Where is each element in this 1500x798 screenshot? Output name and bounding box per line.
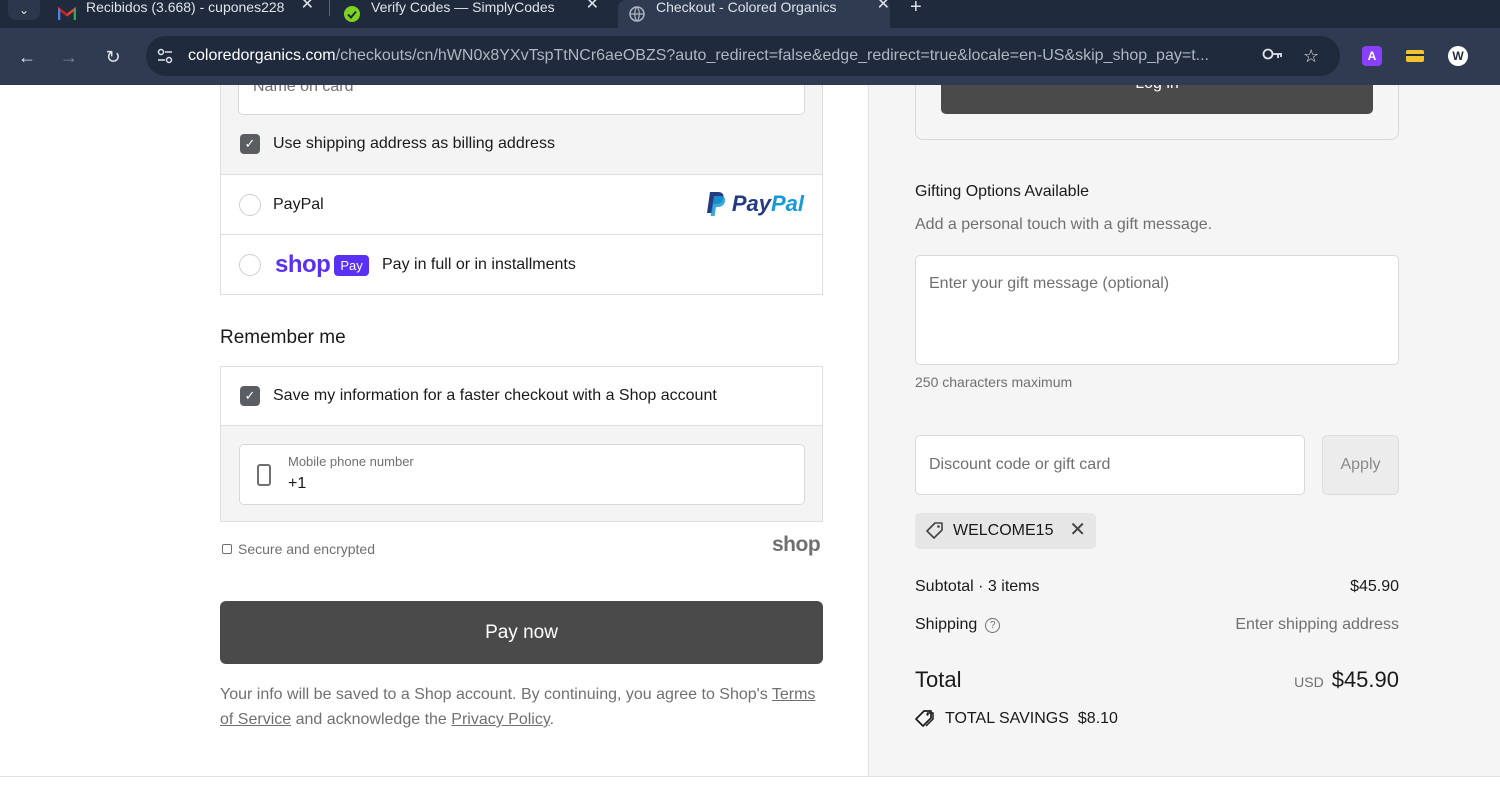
divider	[0, 776, 1500, 777]
subtotal-text: Subtotal · 3 items	[915, 578, 1040, 595]
pay-now-button[interactable]: Pay now	[220, 601, 823, 664]
globe-icon	[628, 5, 646, 23]
use-shipping-label: Use shipping address as billing address	[273, 135, 555, 152]
name-on-card-placeholder: Name on card	[253, 85, 354, 95]
total-value: $45.90	[1331, 667, 1399, 692]
subtotal-label: Subtotal · 3 items	[915, 578, 1040, 596]
legal-notice: Your info will be saved to a Shop accoun…	[220, 682, 823, 732]
tab-separator	[329, 0, 330, 16]
legal-text: Your info will be saved to a Shop accoun…	[220, 686, 772, 703]
privacy-policy-link[interactable]: Privacy Policy	[451, 711, 549, 728]
extension-w-icon[interactable]: W	[1448, 46, 1468, 66]
gift-message-limit: 250 characters maximum	[915, 374, 1073, 390]
savings-value: $8.10	[1077, 710, 1118, 727]
shop-wordmark: shop	[275, 251, 331, 278]
tab-simplycodes[interactable]: Verify Codes — SimplyCodes ✕	[343, 0, 599, 28]
url-domain: coloredorganics.com	[188, 47, 336, 64]
paypal-mark-icon	[706, 192, 725, 216]
password-key-icon[interactable]	[1262, 46, 1284, 67]
help-icon[interactable]: ?	[985, 617, 1001, 633]
gifting-subtitle: Add a personal touch with a gift message…	[915, 216, 1213, 233]
checkout-page: Name on card ✓ Use shipping address as b…	[0, 85, 1500, 798]
gift-message-input[interactable]	[915, 255, 1399, 365]
back-arrow-icon[interactable]: ←	[16, 46, 38, 68]
savings-tag-icon	[915, 710, 934, 727]
shop-pay-badge: Pay	[334, 254, 369, 276]
shipping-text: Shipping	[915, 616, 978, 633]
applied-code: WELCOME15	[953, 522, 1054, 539]
legal-text: and acknowledge the	[291, 711, 452, 728]
tag-icon	[926, 522, 943, 539]
shop-pay-logo: shop Pay	[275, 251, 369, 279]
savings-label: TOTAL SAVINGS	[945, 710, 1069, 727]
browser-tab-strip: ⌄ Recibidos (3.668) - cupones228 ✕ Verif…	[0, 0, 1500, 28]
mobile-phone-value[interactable]: +1	[288, 475, 306, 493]
use-shipping-checkbox[interactable]: ✓	[240, 134, 260, 154]
lock-icon	[222, 544, 232, 554]
save-info-label: Save my information for a faster checkou…	[273, 387, 717, 404]
bookmark-star-icon[interactable]: ☆	[1303, 46, 1319, 67]
total-amount: USD $45.90	[1294, 667, 1399, 693]
total-label: Total	[915, 667, 962, 692]
legal-text: .	[549, 711, 555, 728]
tab-title: Verify Codes — SimplyCodes	[371, 0, 555, 15]
close-tab-icon[interactable]: ✕	[586, 0, 599, 14]
payment-option-shop-pay[interactable]: shop Pay Pay in full or in installments	[220, 234, 823, 295]
phone-icon	[257, 464, 271, 486]
forward-arrow-icon[interactable]: →	[58, 46, 80, 68]
extension-a-icon[interactable]: A	[1362, 46, 1382, 66]
subtotal-value: $45.90	[1350, 578, 1399, 595]
shop-logo: shop	[772, 533, 821, 556]
url-text[interactable]: coloredorganics.com/checkouts/cn/hWN0x8Y…	[188, 47, 1248, 65]
gmail-icon	[58, 5, 76, 23]
log-in-label: Log in	[1135, 85, 1179, 93]
secure-label: Secure and encrypted	[238, 541, 375, 557]
total-savings: TOTAL SAVINGS $8.10	[915, 709, 1118, 729]
paypal-logo: PayPal	[706, 191, 804, 217]
tab-title: Recibidos (3.668) - cupones228	[86, 0, 285, 15]
paypal-logo-pal: Pal	[770, 191, 804, 216]
close-tab-icon[interactable]: ✕	[877, 0, 890, 14]
save-info-row: ✓ Save my information for a faster check…	[221, 367, 822, 426]
site-settings-icon[interactable]	[156, 47, 174, 65]
mobile-phone-input[interactable]: Mobile phone number +1	[239, 444, 805, 505]
address-bar[interactable]: coloredorganics.com/checkouts/cn/hWN0x8Y…	[146, 36, 1340, 76]
total-currency: USD	[1294, 674, 1324, 690]
discount-code-input[interactable]	[915, 435, 1305, 495]
tab-title: Checkout - Colored Organics	[656, 0, 837, 15]
apply-discount-button[interactable]: Apply	[1322, 435, 1399, 495]
paypal-logo-pay: Pay	[731, 191, 771, 216]
remember-me-heading: Remember me	[220, 327, 346, 348]
wallet-extension-icon[interactable]	[1405, 46, 1425, 66]
gifting-title: Gifting Options Available	[915, 183, 1090, 200]
log-in-button[interactable]: Log in	[941, 85, 1373, 114]
mobile-phone-label: Mobile phone number	[288, 454, 414, 469]
chevron-down-icon: ⌄	[18, 3, 30, 17]
shipping-value: Enter shipping address	[1235, 616, 1399, 633]
remove-discount-icon[interactable]: ✕	[1069, 519, 1086, 541]
remember-me-section: ✓ Save my information for a faster check…	[220, 366, 823, 522]
reload-icon[interactable]: ↻	[102, 46, 124, 68]
shop-pay-label: Pay in full or in installments	[382, 256, 576, 273]
shop-pay-radio[interactable]	[239, 254, 261, 276]
name-on-card-input[interactable]: Name on card	[238, 85, 805, 115]
browser-toolbar: ← → ↻ coloredorganics.com/checkouts/cn/h…	[0, 28, 1500, 85]
applied-discount-chip: WELCOME15 ✕	[915, 513, 1096, 549]
secure-note: Secure and encrypted	[222, 541, 375, 557]
shipping-label: Shipping ?	[915, 616, 1001, 634]
url-path: /checkouts/cn/hWN0x8YXvTspTtNCr6aeOBZS?a…	[335, 47, 1209, 64]
simplycodes-icon	[343, 5, 361, 23]
close-tab-icon[interactable]: ✕	[301, 0, 314, 14]
tab-gmail[interactable]: Recibidos (3.668) - cupones228 ✕	[58, 0, 314, 28]
paypal-radio[interactable]	[239, 194, 261, 216]
paypal-label: PayPal	[273, 196, 324, 213]
tab-search-button[interactable]: ⌄	[8, 0, 40, 20]
save-info-checkbox[interactable]: ✓	[240, 386, 260, 406]
tab-checkout[interactable]: Checkout - Colored Organics ✕	[618, 0, 890, 28]
new-tab-button[interactable]: +	[910, 0, 922, 19]
payment-option-paypal[interactable]: PayPal PayPal	[220, 174, 823, 235]
